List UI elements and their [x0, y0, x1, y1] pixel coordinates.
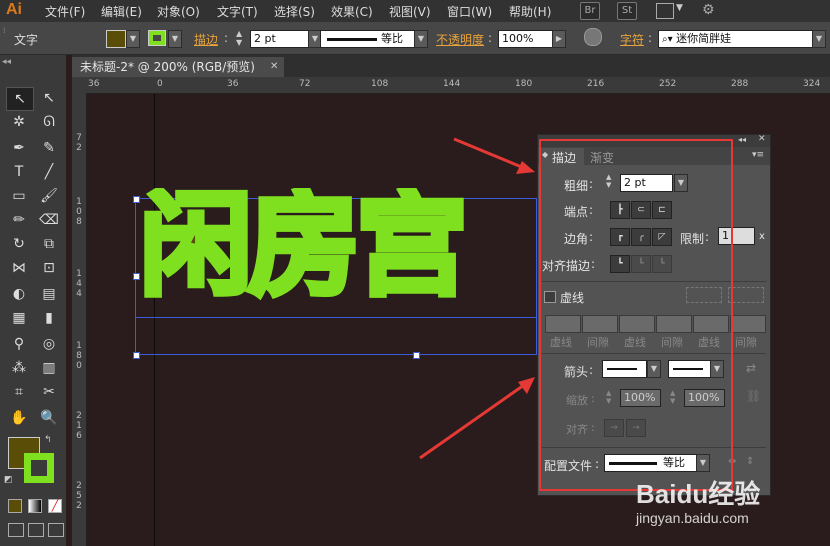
annotation-arrow	[419, 383, 525, 460]
annotation-arrow	[453, 137, 525, 170]
annotation-arrows	[419, 137, 535, 460]
annotation-arrowhead	[518, 377, 535, 394]
annotation-arrowhead	[516, 161, 535, 174]
watermark-url: jingyan.baidu.com	[636, 510, 749, 526]
watermark-brand: Baidu经验	[636, 479, 761, 509]
